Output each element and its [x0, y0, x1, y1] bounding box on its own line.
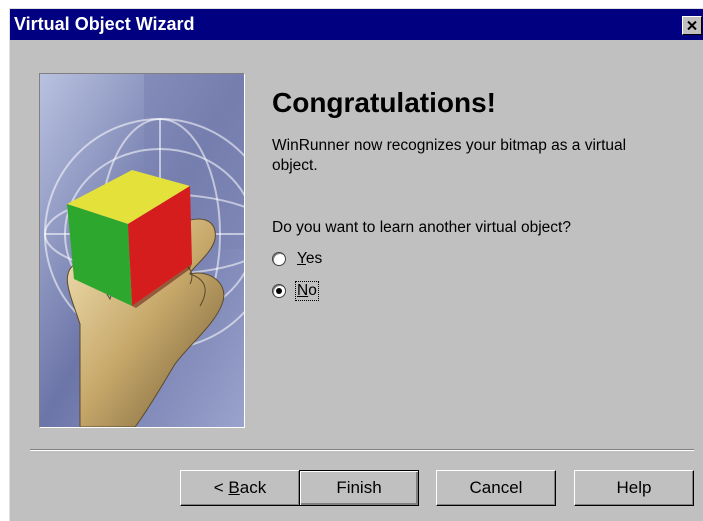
- wizard-dialog: Virtual Object Wizard Congratulations! W…: [9, 8, 703, 521]
- radio-yes-label-rest: es: [305, 250, 323, 267]
- cancel-button[interactable]: Cancel: [436, 470, 556, 506]
- close-button[interactable]: [682, 16, 702, 35]
- radio-yes[interactable]: Yes: [272, 250, 323, 268]
- radio-yes-mnemonic: Y: [297, 250, 306, 267]
- radio-no[interactable]: No: [272, 281, 319, 301]
- finish-button[interactable]: Finish: [299, 470, 419, 506]
- back-button-label-rest: ack: [239, 478, 267, 497]
- back-button[interactable]: < Back: [180, 470, 300, 506]
- hand-holding-cube-illustration: [40, 74, 244, 427]
- radio-yes-label[interactable]: Yes: [296, 250, 323, 268]
- question-text: Do you want to learn another virtual obj…: [272, 219, 571, 236]
- radio-no-label-rest: o: [308, 282, 317, 299]
- page-heading: Congratulations!: [272, 87, 496, 118]
- window-title: Virtual Object Wizard: [14, 14, 195, 34]
- radio-no-label[interactable]: No: [295, 281, 319, 301]
- help-button[interactable]: Help: [574, 470, 694, 506]
- title-bar[interactable]: Virtual Object Wizard: [10, 9, 703, 40]
- radio-no-circle[interactable]: [272, 284, 286, 298]
- back-button-mnemonic: B: [228, 478, 240, 497]
- button-divider: [30, 449, 694, 451]
- radio-yes-circle[interactable]: [272, 252, 286, 266]
- back-button-prefix: <: [213, 478, 229, 497]
- close-icon: [687, 21, 697, 30]
- radio-no-mnemonic: N: [297, 282, 309, 299]
- wizard-illustration: [39, 73, 245, 428]
- description-text: WinRunner now recognizes your bitmap as …: [272, 137, 627, 174]
